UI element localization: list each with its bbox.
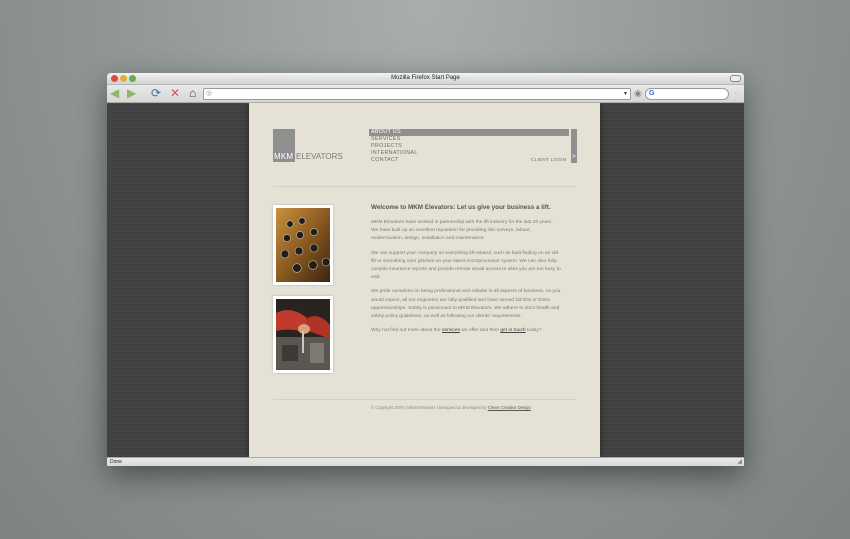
logo-elevators-text[interactable]: ELEVATORS: [296, 153, 343, 161]
main-content: Welcome to MKM Elevators: Let us give yo…: [371, 204, 561, 341]
site-page: MKM ELEVATORS ABOUT US SERVICES PROJECTS…: [249, 103, 600, 457]
site-favicon-icon: ◎: [206, 90, 213, 97]
go-icon[interactable]: ◉: [634, 88, 642, 99]
engineer-working-image: [276, 299, 330, 370]
status-text: Done: [110, 459, 122, 465]
reload-icon[interactable]: ⟳: [151, 87, 161, 99]
cta-paragraph: Why not find out more about the services…: [371, 327, 561, 335]
home-icon[interactable]: ⌂: [189, 87, 196, 99]
client-login-arrow-icon[interactable]: >: [572, 154, 576, 160]
nav-services[interactable]: SERVICES: [369, 136, 569, 143]
navigation-toolbar: ◀ ▶ ⟳ ✕ ⌂ ◎ ▼ ◉ G ◌: [107, 85, 744, 103]
pride-paragraph: We pride ourselves on being professional…: [371, 289, 561, 320]
title-bar: Mozilla Firefox Start Page: [107, 73, 744, 85]
throbber-icon: ◌: [734, 88, 740, 98]
designer-link[interactable]: Clever Creative Design: [488, 405, 531, 410]
header-divider: [273, 186, 576, 187]
photo-elevator-buttons: [273, 205, 333, 285]
cta-text-after: today?: [525, 328, 542, 334]
page-viewport: MKM ELEVATORS ABOUT US SERVICES PROJECTS…: [107, 103, 744, 457]
copyright-text: © Copyright 2009 | MKM Elevators | Desig…: [371, 405, 488, 410]
url-history-dropdown-icon[interactable]: ▼: [623, 89, 628, 99]
status-bar: Done ◢: [107, 457, 744, 466]
nav-projects[interactable]: PROJECTS: [369, 143, 569, 150]
support-paragraph: We can support your company on everythin…: [371, 250, 561, 281]
url-input[interactable]: ◎ ▼: [203, 88, 631, 100]
client-login-link[interactable]: CLIENT LOGIN: [531, 157, 566, 162]
cta-text-before: Why not find out more about the: [371, 328, 442, 334]
search-engine-icon[interactable]: G: [649, 89, 654, 99]
intro-paragraph: MKM Elevators have worked in partnership…: [371, 220, 553, 242]
cta-text-middle: we offer and then: [459, 328, 501, 334]
elevator-buttons-image: [276, 208, 331, 282]
nav-international[interactable]: INTERNATIONAL: [369, 150, 569, 157]
toolbar-toggle-button[interactable]: [730, 75, 741, 82]
back-icon[interactable]: ◀: [110, 87, 119, 99]
browser-window: Mozilla Firefox Start Page ◀ ▶ ⟳ ✕ ⌂ ◎ ▼…: [107, 73, 744, 466]
stop-icon[interactable]: ✕: [170, 87, 180, 99]
nav-about-us[interactable]: ABOUT US: [369, 129, 569, 136]
forward-icon[interactable]: ▶: [127, 87, 136, 99]
footer-divider: [273, 399, 576, 400]
window-title: Mozilla Firefox Start Page: [391, 75, 460, 81]
site-footer: © Copyright 2009 | MKM Elevators | Desig…: [371, 405, 531, 410]
services-link[interactable]: services: [442, 328, 460, 333]
search-input[interactable]: G: [645, 88, 729, 100]
resize-grip-icon[interactable]: ◢: [737, 459, 742, 466]
page-heading: Welcome to MKM Elevators: Let us give yo…: [371, 204, 551, 211]
logo-mkm-text[interactable]: MKM: [274, 153, 293, 161]
photo-engineer-working: [273, 296, 333, 373]
get-in-touch-link[interactable]: get in touch: [500, 328, 525, 333]
